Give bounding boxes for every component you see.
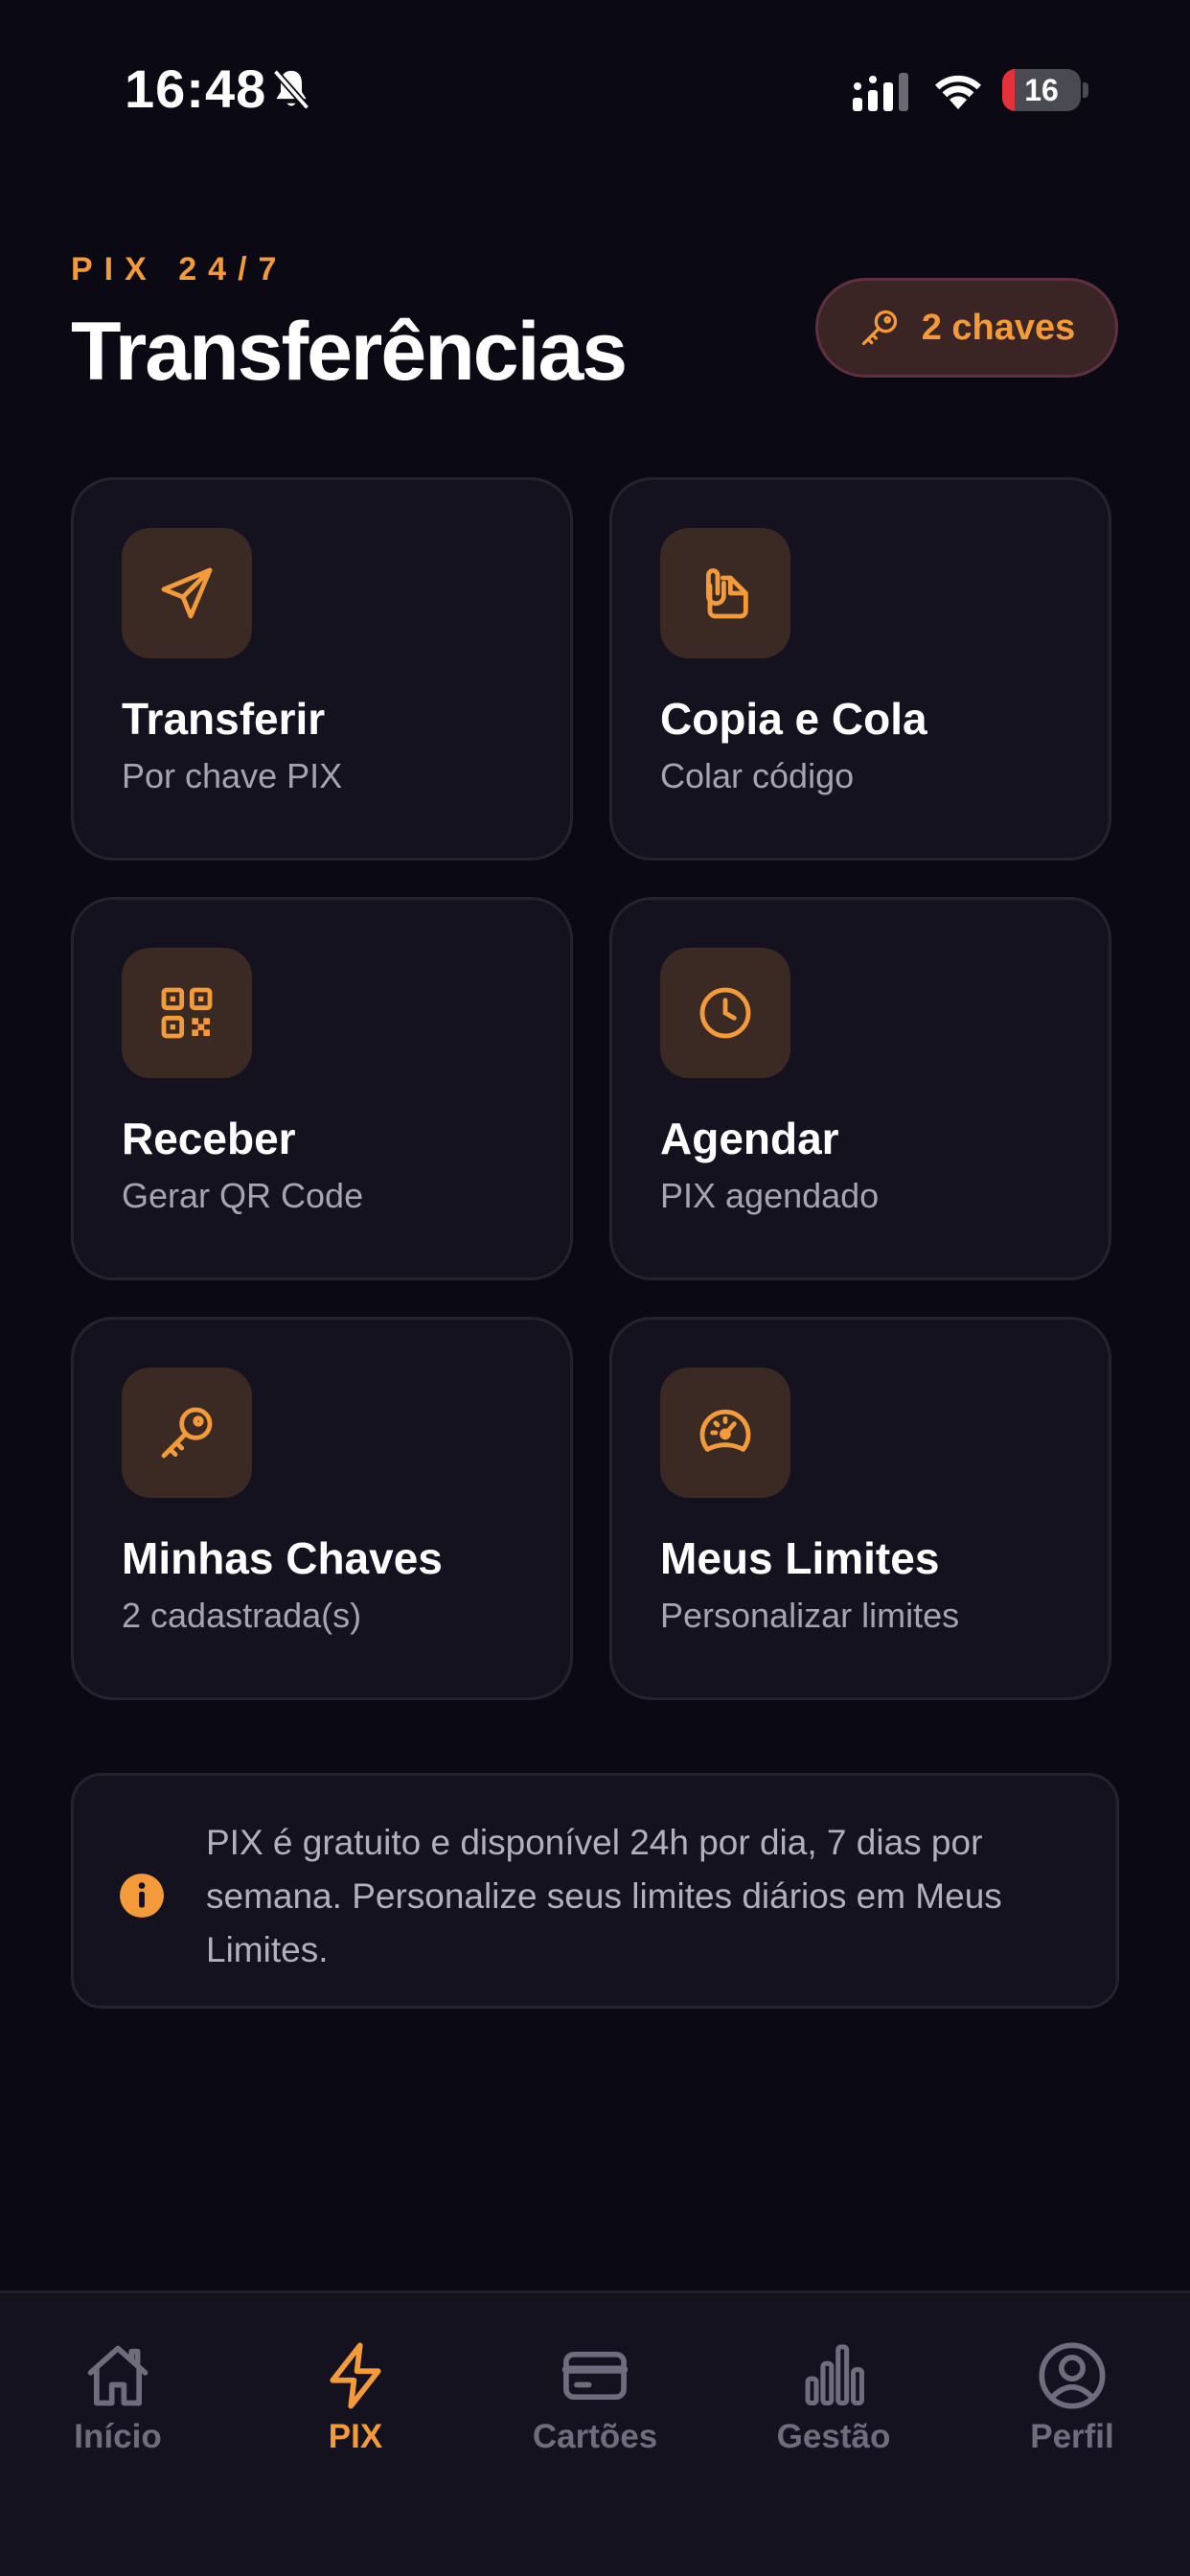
keys-count-label: 2 chaves [921, 307, 1076, 348]
tab-pix[interactable]: PIX [260, 2339, 451, 2473]
copy-paste-icon-tile [660, 528, 790, 658]
card-title: Copia e Cola [660, 694, 927, 744]
profile-icon [1039, 2342, 1106, 2409]
bottom-tab-bar: Início PIX Cartões Gestão Perfil [0, 2290, 1190, 2576]
info-text: PIX é gratuito e disponível 24h por dia,… [206, 1823, 1002, 1969]
card-title: Meus Limites [660, 1533, 940, 1583]
wifi-icon [935, 75, 981, 109]
bolt-icon [330, 2342, 381, 2409]
card-title: Receber [122, 1114, 296, 1163]
transfer-card[interactable]: Transferir Por chave PIX [71, 477, 573, 861]
key-icon [161, 1407, 213, 1459]
card-subtitle: Gerar QR Code [122, 1176, 364, 1215]
schedule-card[interactable]: Agendar PIX agendado [609, 897, 1111, 1280]
battery-level: 16 [1024, 72, 1059, 107]
transfer-icon-tile [122, 528, 252, 658]
info-icon [120, 1874, 164, 1918]
battery-nub [1083, 82, 1088, 98]
my-limits-icon-tile [660, 1368, 790, 1498]
keys-count-button[interactable]: 2 chaves [815, 278, 1118, 378]
status-bar: 16:48 16 [0, 0, 1190, 182]
send-icon [161, 567, 213, 619]
bell-off-icon [272, 69, 310, 110]
cellular-signal-icon [853, 73, 908, 111]
tab-label: PIX [328, 2418, 383, 2455]
clipboard-icon [706, 568, 748, 619]
schedule-icon-tile [660, 948, 790, 1078]
card-icon [561, 2351, 629, 2401]
clock-icon [699, 987, 751, 1039]
key-icon [861, 310, 897, 346]
tab-cartoes[interactable]: Cartões [499, 2339, 691, 2473]
tab-label: Início [74, 2418, 162, 2455]
tab-label: Perfil [1030, 2418, 1114, 2455]
card-subtitle: Personalizar limites [660, 1596, 960, 1635]
gauge-icon [699, 1409, 751, 1452]
card-subtitle: PIX agendado [660, 1176, 880, 1215]
tab-gestao[interactable]: Gestão [738, 2339, 929, 2473]
tab-label: Cartões [532, 2418, 658, 2455]
card-subtitle: 2 cadastrada(s) [122, 1596, 362, 1635]
bar-chart-icon [805, 2344, 864, 2406]
pix-info-box: PIX é gratuito e disponível 24h por dia,… [71, 1773, 1119, 2009]
copy-paste-card[interactable]: Copia e Cola Colar código [609, 477, 1111, 861]
pix-screen: 16:48 16 PIX 24/7 Transferências 2 chave… [0, 0, 1190, 2576]
my-keys-card[interactable]: Minhas Chaves 2 cadastrada(s) [71, 1317, 573, 1700]
qr-code-icon [161, 987, 213, 1039]
tab-label: Gestão [776, 2418, 891, 2455]
page-title: Transferências [71, 306, 628, 398]
home-icon [87, 2345, 149, 2406]
my-keys-icon-tile [122, 1368, 252, 1498]
receive-card[interactable]: Receber Gerar QR Code [71, 897, 573, 1280]
receive-icon-tile [122, 948, 252, 1078]
battery-icon: 16 [1002, 69, 1081, 111]
card-title: Transferir [122, 694, 326, 744]
card-subtitle: Por chave PIX [122, 756, 343, 795]
card-title: Minhas Chaves [122, 1533, 443, 1583]
my-limits-card[interactable]: Meus Limites Personalizar limites [609, 1317, 1111, 1700]
status-time: 16:48 [125, 58, 267, 119]
tab-inicio[interactable]: Início [22, 2339, 214, 2473]
card-subtitle: Colar código [660, 756, 855, 795]
tab-perfil[interactable]: Perfil [976, 2339, 1168, 2473]
section-eyebrow: PIX 24/7 [71, 251, 288, 288]
card-title: Agendar [660, 1114, 839, 1163]
